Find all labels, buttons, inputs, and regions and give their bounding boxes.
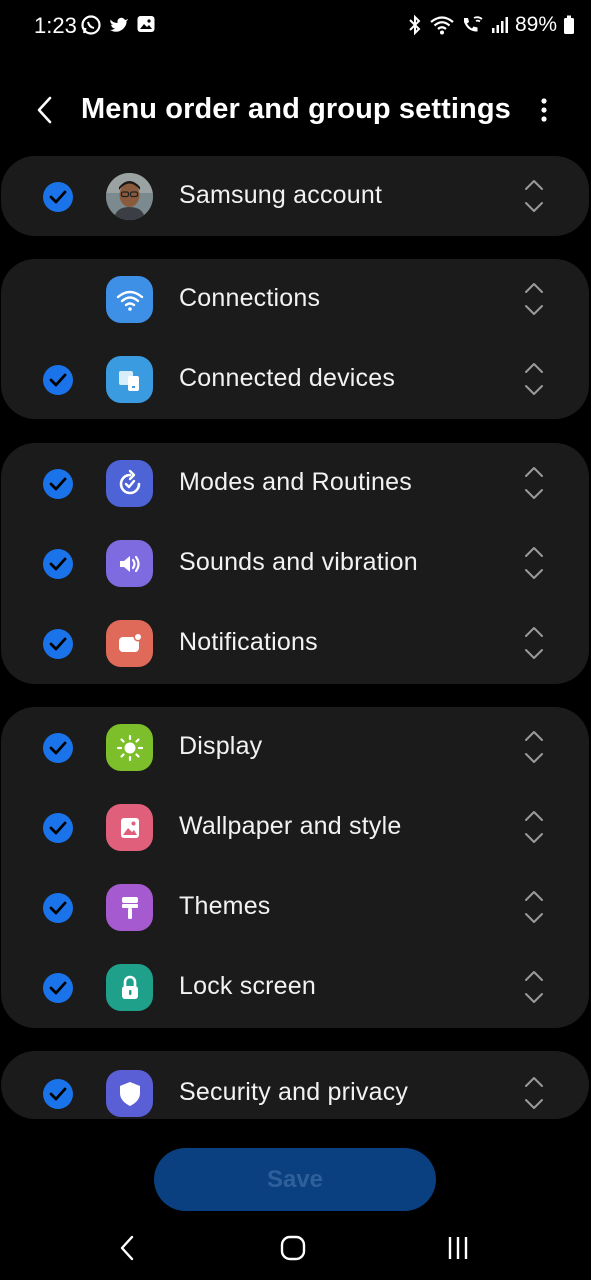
- wallpaper-icon: [106, 804, 153, 851]
- gallery-icon: [136, 14, 156, 36]
- menu-item-label: Wallpaper and style: [179, 812, 402, 840]
- checkbox-checked[interactable]: [43, 629, 73, 659]
- status-bar: 1:23 89%: [0, 0, 591, 52]
- checkbox-checked[interactable]: [43, 973, 73, 1003]
- settings-group: Display Wallpaper and style Themes Lock scr…: [1, 707, 589, 1028]
- checkbox-checked[interactable]: [43, 469, 73, 499]
- nav-back-icon: [120, 1235, 134, 1261]
- nav-home-icon: [280, 1235, 306, 1261]
- menu-item-label: Themes: [179, 892, 271, 920]
- battery-icon: [563, 14, 575, 36]
- settings-group: Samsung account: [1, 156, 589, 236]
- status-time: 1:23: [34, 13, 77, 38]
- menu-item-samsung-account[interactable]: Samsung account: [1, 156, 589, 236]
- reorder-handle-icon[interactable]: [522, 889, 546, 925]
- settings-group: Connections Connected devices: [1, 259, 589, 419]
- reorder-handle-icon[interactable]: [522, 545, 546, 581]
- menu-item-lock-screen[interactable]: Lock screen: [1, 947, 589, 1027]
- menu-item-label: Connections: [179, 284, 321, 312]
- menu-item-label: Notifications: [179, 628, 318, 656]
- checkbox-checked[interactable]: [43, 733, 73, 763]
- menu-item-label: Modes and Routines: [179, 468, 412, 496]
- reorder-handle-icon[interactable]: [522, 1075, 546, 1111]
- checkbox-unchecked[interactable]: [43, 285, 73, 315]
- menu-item-label: Lock screen: [179, 972, 316, 1000]
- checkbox-checked[interactable]: [43, 813, 73, 843]
- header: Menu order and group settings: [0, 78, 591, 142]
- wifi-calling-icon: [461, 14, 485, 36]
- menu-item-sounds-and-vibration[interactable]: Sounds and vibration: [1, 523, 589, 603]
- nav-recents-button[interactable]: [438, 1231, 478, 1265]
- more-options-icon: [541, 98, 547, 122]
- brush-icon: [106, 884, 153, 931]
- menu-item-wallpaper-and-style[interactable]: Wallpaper and style: [1, 787, 589, 867]
- notification-icon: [106, 620, 153, 667]
- menu-item-security-and-privacy[interactable]: Security and privacy: [1, 1053, 589, 1119]
- checkbox-checked[interactable]: [43, 1079, 73, 1109]
- reorder-handle-icon[interactable]: [522, 729, 546, 765]
- routines-icon: [106, 460, 153, 507]
- reorder-handle-icon[interactable]: [522, 969, 546, 1005]
- nav-home-button[interactable]: [273, 1231, 313, 1265]
- sun-icon: [106, 724, 153, 771]
- speaker-icon: [106, 540, 153, 587]
- checkbox-checked[interactable]: [43, 365, 73, 395]
- checkbox-checked[interactable]: [43, 549, 73, 579]
- twitter-icon: [108, 14, 130, 36]
- avatar: [106, 173, 153, 220]
- back-arrow-icon: [37, 96, 52, 124]
- page-title: Menu order and group settings: [81, 93, 511, 125]
- menu-item-label: Connected devices: [179, 364, 396, 392]
- menu-item-themes[interactable]: Themes: [1, 867, 589, 947]
- signal-icon: [491, 14, 509, 36]
- battery-percent: 89%: [514, 13, 557, 36]
- more-options-button[interactable]: [528, 94, 560, 126]
- back-button[interactable]: [28, 92, 64, 128]
- menu-item-connected-devices[interactable]: Connected devices: [1, 339, 589, 419]
- checkbox-checked[interactable]: [43, 182, 73, 212]
- nav-recents-icon: [448, 1237, 468, 1259]
- settings-group: Security and privacy: [1, 1051, 589, 1119]
- whatsapp-icon: [80, 14, 102, 36]
- menu-item-modes-and-routines[interactable]: Modes and Routines: [1, 443, 589, 523]
- wifi-icon: [106, 276, 153, 323]
- bluetooth-icon: [407, 14, 423, 36]
- reorder-handle-icon[interactable]: [522, 809, 546, 845]
- lock-icon: [106, 964, 153, 1011]
- menu-item-label: Security and privacy: [179, 1078, 409, 1106]
- menu-item-label: Samsung account: [179, 181, 383, 209]
- navigation-bar: [0, 1215, 591, 1280]
- reorder-handle-icon[interactable]: [522, 178, 546, 214]
- shield-icon: [106, 1070, 153, 1117]
- menu-item-display[interactable]: Display: [1, 707, 589, 787]
- menu-item-label: Sounds and vibration: [179, 548, 418, 576]
- save-button[interactable]: Save: [154, 1148, 436, 1211]
- devices-icon: [106, 356, 153, 403]
- nav-back-button[interactable]: [108, 1231, 148, 1265]
- wifi-icon: [429, 14, 455, 36]
- checkbox-checked[interactable]: [43, 893, 73, 923]
- menu-item-connections[interactable]: Connections: [1, 259, 589, 339]
- settings-group: Modes and Routines Sounds and vibration No…: [1, 443, 589, 684]
- reorder-handle-icon[interactable]: [522, 361, 546, 397]
- reorder-handle-icon[interactable]: [522, 281, 546, 317]
- menu-item-notifications[interactable]: Notifications: [1, 603, 589, 683]
- reorder-handle-icon[interactable]: [522, 625, 546, 661]
- menu-item-label: Display: [179, 732, 263, 760]
- reorder-handle-icon[interactable]: [522, 465, 546, 501]
